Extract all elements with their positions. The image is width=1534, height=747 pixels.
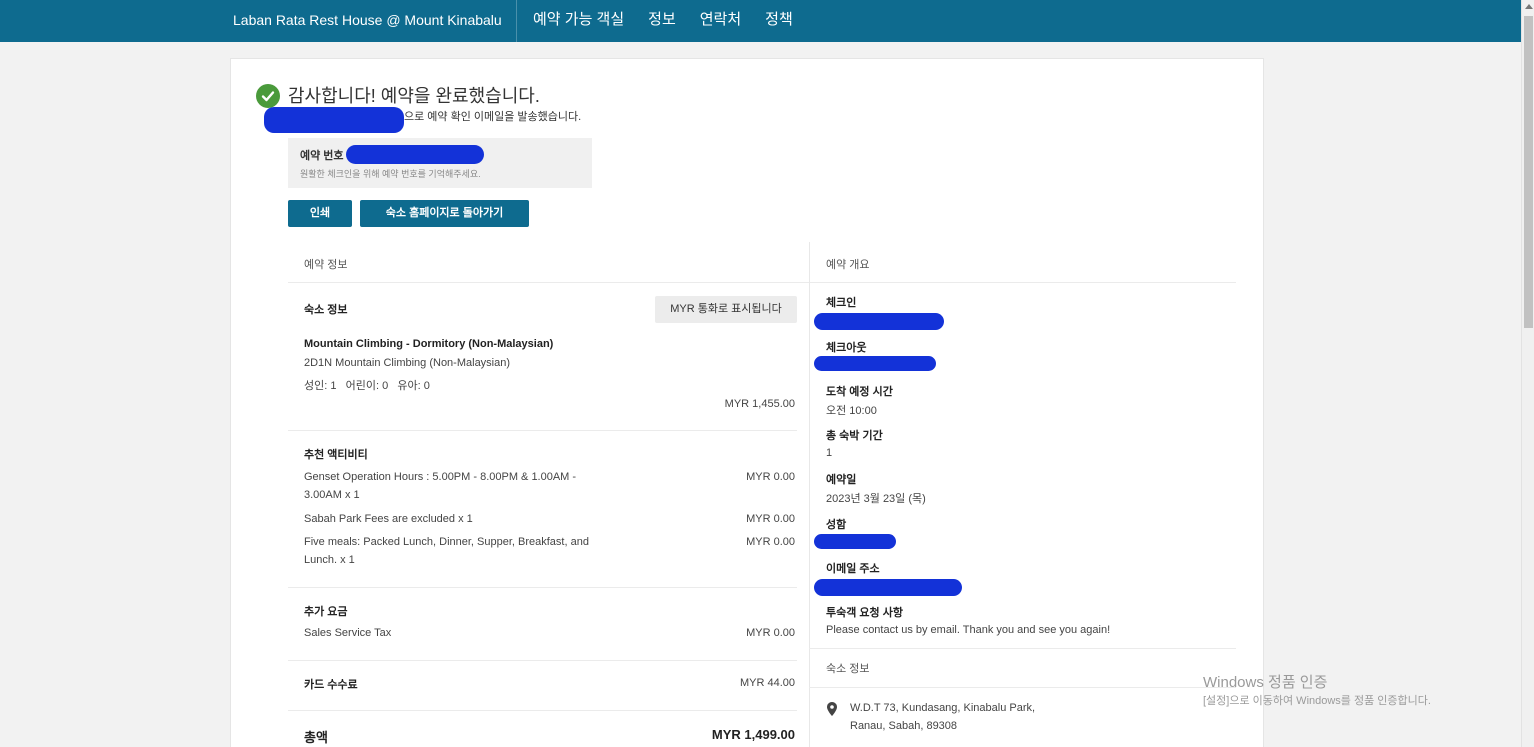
guest-counts: 성인: 1 어린이: 0 유아: 0 bbox=[304, 380, 430, 392]
guest-request-label: 투숙객 요청 사항 bbox=[826, 607, 903, 619]
page-scrollbar[interactable] bbox=[1521, 0, 1534, 747]
windows-activation-hint: [설정]으로 이동하여 Windows를 정품 인증합니다. bbox=[1203, 695, 1431, 707]
redacted-email bbox=[264, 107, 404, 133]
property-address: W.D.T 73, Kundasang, Kinabalu Park, Rana… bbox=[850, 699, 1035, 735]
nav-policy[interactable]: 정책 bbox=[765, 0, 793, 42]
reference-label: 예약 번호 bbox=[300, 150, 344, 162]
arrival-value: 오전 10:00 bbox=[826, 405, 877, 417]
scrollbar-thumb[interactable] bbox=[1524, 16, 1533, 328]
nights-value: 1 bbox=[826, 447, 833, 459]
activity-price: MYR 0.00 bbox=[746, 471, 795, 483]
windows-activation-title: Windows 정품 인증 bbox=[1203, 674, 1328, 691]
email-label: 이메일 주소 bbox=[826, 563, 880, 575]
divider bbox=[809, 648, 1236, 649]
scroll-up-arrow-icon[interactable] bbox=[1525, 4, 1533, 9]
activity-price: MYR 0.00 bbox=[746, 536, 795, 548]
booking-info-title: 예약 정보 bbox=[304, 259, 348, 271]
room-subtitle: 2D1N Mountain Climbing (Non-Malaysian) bbox=[304, 357, 511, 369]
activity-name: Sabah Park Fees are excluded x 1 bbox=[304, 513, 473, 525]
divider bbox=[288, 587, 797, 588]
booking-date-value: 2023년 3월 23일 (목) bbox=[826, 493, 926, 505]
room-name: Mountain Climbing - Dormitory (Non-Malay… bbox=[304, 338, 554, 350]
confirmation-title: 감사합니다! 예약을 완료했습니다. bbox=[288, 86, 540, 106]
checkin-label: 체크인 bbox=[826, 297, 857, 309]
activity-price: MYR 0.00 bbox=[746, 513, 795, 525]
nav-divider bbox=[516, 0, 517, 42]
summary-title: 예약 개요 bbox=[826, 259, 870, 271]
divider bbox=[288, 710, 797, 711]
card-fee-amount: MYR 44.00 bbox=[739, 677, 795, 689]
confirmation-card: 감사합니다! 예약을 완료했습니다. 으로 예약 확인 이메일을 발송했습니다.… bbox=[230, 58, 1264, 747]
guest-request-value: Please contact us by email. Thank you an… bbox=[826, 624, 1111, 636]
redacted-checkin bbox=[814, 313, 944, 330]
reference-hint: 원활한 체크인을 위해 예약 번호를 기억해주세요. bbox=[300, 169, 481, 179]
total-amount: MYR 1,499.00 bbox=[711, 727, 795, 742]
main-nav: 예약 가능 객실 정보 연락처 정책 bbox=[533, 0, 793, 42]
redacted-reference-number bbox=[346, 145, 484, 164]
address-line-1: W.D.T 73, Kundasang, Kinabalu Park, bbox=[850, 702, 1036, 714]
top-navbar: Laban Rata Rest House @ Mount Kinabalu 예… bbox=[0, 0, 1521, 42]
activities-heading: 추천 액티비티 bbox=[304, 449, 368, 461]
divider bbox=[288, 660, 797, 661]
column-divider bbox=[809, 242, 810, 747]
location-pin-icon bbox=[827, 702, 837, 721]
total-label: 총액 bbox=[304, 730, 328, 745]
arrival-label: 도착 예정 시간 bbox=[826, 386, 893, 398]
print-button[interactable]: 인쇄 bbox=[288, 200, 352, 227]
divider bbox=[809, 687, 1236, 688]
divider bbox=[288, 430, 797, 431]
address-line-2: Ranau, Sabah, 89308 bbox=[850, 720, 958, 732]
guest-name-label: 성함 bbox=[826, 519, 847, 531]
back-to-home-button[interactable]: 숙소 홈페이지로 돌아가기 bbox=[360, 200, 529, 227]
booking-date-label: 예약일 bbox=[826, 474, 857, 486]
nights-label: 총 숙박 기간 bbox=[826, 430, 883, 442]
divider bbox=[288, 282, 1236, 283]
nav-rooms[interactable]: 예약 가능 객실 bbox=[533, 0, 624, 42]
nav-info[interactable]: 정보 bbox=[648, 0, 676, 42]
nav-contact[interactable]: 연락처 bbox=[700, 0, 741, 42]
email-sent-text: 으로 예약 확인 이메일을 발송했습니다. bbox=[404, 111, 582, 123]
property-section-title: 숙소 정보 bbox=[826, 663, 870, 675]
activity-name: Five meals: Packed Lunch, Dinner, Supper… bbox=[304, 536, 589, 566]
card-fee-label: 카드 수수료 bbox=[304, 679, 358, 691]
checkout-label: 체크아웃 bbox=[826, 342, 867, 354]
tax-price: MYR 0.00 bbox=[746, 627, 795, 639]
property-info-heading: 숙소 정보 bbox=[304, 304, 348, 316]
tax-name: Sales Service Tax bbox=[304, 627, 392, 639]
redacted-checkout bbox=[814, 356, 936, 371]
redacted-guest-name bbox=[814, 534, 896, 549]
activity-name: Genset Operation Hours : 5.00PM - 8.00PM… bbox=[304, 471, 577, 501]
currency-display-button[interactable]: MYR 통화로 표시됩니다 bbox=[655, 296, 797, 323]
room-price: MYR 1,455.00 bbox=[724, 398, 795, 410]
success-check-icon bbox=[256, 84, 280, 108]
brand-name[interactable]: Laban Rata Rest House @ Mount Kinabalu bbox=[233, 0, 502, 42]
redacted-email-address bbox=[814, 579, 962, 596]
extra-charges-heading: 추가 요금 bbox=[304, 606, 348, 618]
